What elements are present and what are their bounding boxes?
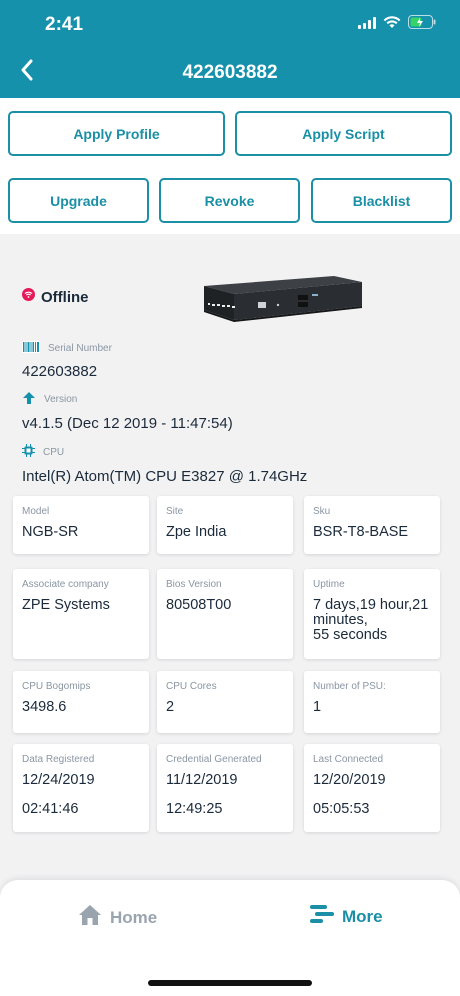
nav-home-label: Home xyxy=(110,907,158,927)
status-text: Offline xyxy=(41,288,89,306)
battery-icon xyxy=(408,15,436,34)
cpu-cores-label: CPU Cores xyxy=(166,681,217,692)
revoke-label: Revoke xyxy=(204,192,255,209)
version-label: Version xyxy=(22,391,77,408)
model-label: Model xyxy=(22,506,50,517)
menu-lines-icon xyxy=(310,904,334,929)
cpu-value: Intel(R) Atom(TM) CPU E3827 @ 1.74GHz xyxy=(22,468,308,485)
serial-label-text: Serial Number xyxy=(48,343,112,354)
action-buttons: Apply Profile Apply Script Upgrade Revok… xyxy=(0,98,460,234)
site-label: Site xyxy=(166,506,184,517)
last-connected-time: 05:05:53 xyxy=(313,801,370,817)
site-value: Zpe India xyxy=(166,524,227,540)
blacklist-button[interactable]: Blacklist xyxy=(311,178,452,223)
device-info-card: Offline Serial Number 422603882 Version … xyxy=(4,236,456,854)
upload-arrow-icon xyxy=(22,391,36,408)
sku-label: Sku xyxy=(313,506,331,517)
nav-home[interactable]: Home xyxy=(78,904,157,931)
chip-icon xyxy=(22,444,35,460)
associate-company-value: ZPE Systems xyxy=(22,597,110,613)
uptime-line-3: 55 seconds xyxy=(313,627,388,643)
cellular-icon xyxy=(358,16,376,34)
uptime-label: Uptime xyxy=(313,579,345,590)
num-psu-value: 1 xyxy=(313,699,322,715)
serial-number-value: 422603882 xyxy=(22,363,98,380)
wifi-offline-icon xyxy=(22,288,35,306)
status-time: 2:41 xyxy=(45,14,84,35)
status-icons xyxy=(358,15,436,34)
apply-profile-button[interactable]: Apply Profile xyxy=(8,111,225,156)
uptime-line-1: 7 days,19 hour,21 xyxy=(313,597,429,613)
cpu-label-text: CPU xyxy=(43,446,65,458)
model-tile: Model NGB-SR xyxy=(13,496,149,554)
associate-company-label: Associate company xyxy=(22,579,109,590)
uptime-line-2: minutes, xyxy=(313,612,368,628)
version-label-text: Version xyxy=(44,394,78,405)
model-value: NGB-SR xyxy=(22,524,79,540)
device-status: Offline xyxy=(22,288,89,306)
uptime-tile: Uptime 7 days,19 hour,21 minutes, 55 sec… xyxy=(304,569,440,659)
nav-more[interactable]: More xyxy=(310,904,383,929)
sku-tile: Sku BSR-T8-BASE xyxy=(304,496,440,554)
data-registered-label: Data Registered xyxy=(22,754,95,765)
uptime-value: 7 days,19 hour,21 minutes, 55 seconds xyxy=(313,598,428,643)
bios-version-value: 80508T00 xyxy=(166,597,232,613)
cpu-cores-value: 2 xyxy=(166,699,175,715)
associate-company-tile: Associate company ZPE Systems xyxy=(13,569,149,659)
last-connected-date: 12/20/2019 xyxy=(313,772,386,788)
credential-generated-time: 12:49:25 xyxy=(166,801,223,817)
page-title: 422603882 xyxy=(182,62,278,83)
barcode-icon xyxy=(22,341,40,356)
home-icon xyxy=(78,904,102,931)
upgrade-button[interactable]: Upgrade xyxy=(8,178,149,223)
revoke-button[interactable]: Revoke xyxy=(159,178,300,223)
wifi-icon xyxy=(383,15,401,34)
site-tile: Site Zpe India xyxy=(157,496,293,554)
version-value: v4.1.5 (Dec 12 2019 - 11:47:54) xyxy=(22,415,233,432)
cpu-bogomips-tile: CPU Bogomips 3498.6 xyxy=(13,671,149,733)
last-connected-label: Last Connected xyxy=(313,754,384,765)
home-indicator[interactable] xyxy=(148,980,312,986)
apply-profile-label: Apply Profile xyxy=(73,125,160,142)
bios-version-tile: Bios Version 80508T00 xyxy=(157,569,293,659)
num-psu-tile: Number of PSU: 1 xyxy=(304,671,440,733)
apply-script-button[interactable]: Apply Script xyxy=(235,111,452,156)
cpu-label: CPU xyxy=(22,444,64,460)
device-image xyxy=(194,272,366,329)
serial-number-label: Serial Number xyxy=(22,341,112,356)
bottom-nav: Home More xyxy=(0,880,460,996)
data-registered-time: 02:41:46 xyxy=(22,801,79,817)
credential-generated-tile: Credential Generated 11/12/2019 12:49:25 xyxy=(157,744,293,832)
num-psu-label: Number of PSU: xyxy=(313,681,386,692)
cpu-bogomips-label: CPU Bogomips xyxy=(22,681,91,692)
blacklist-label: Blacklist xyxy=(352,192,411,209)
sku-value: BSR-T8-BASE xyxy=(313,524,409,540)
nav-more-label: More xyxy=(342,906,383,926)
cpu-cores-tile: CPU Cores 2 xyxy=(157,671,293,733)
bios-version-label: Bios Version xyxy=(166,579,222,590)
apply-script-label: Apply Script xyxy=(302,125,385,142)
credential-generated-label: Credential Generated xyxy=(166,754,262,765)
app-header: 2:41 422603882 xyxy=(0,0,460,98)
last-connected-tile: Last Connected 12/20/2019 05:05:53 xyxy=(304,744,440,832)
credential-generated-date: 11/12/2019 xyxy=(166,772,238,788)
cpu-bogomips-value: 3498.6 xyxy=(22,699,67,715)
upgrade-label: Upgrade xyxy=(50,192,107,209)
data-registered-date: 12/24/2019 xyxy=(22,772,95,788)
data-registered-tile: Data Registered 12/24/2019 02:41:46 xyxy=(13,744,149,832)
